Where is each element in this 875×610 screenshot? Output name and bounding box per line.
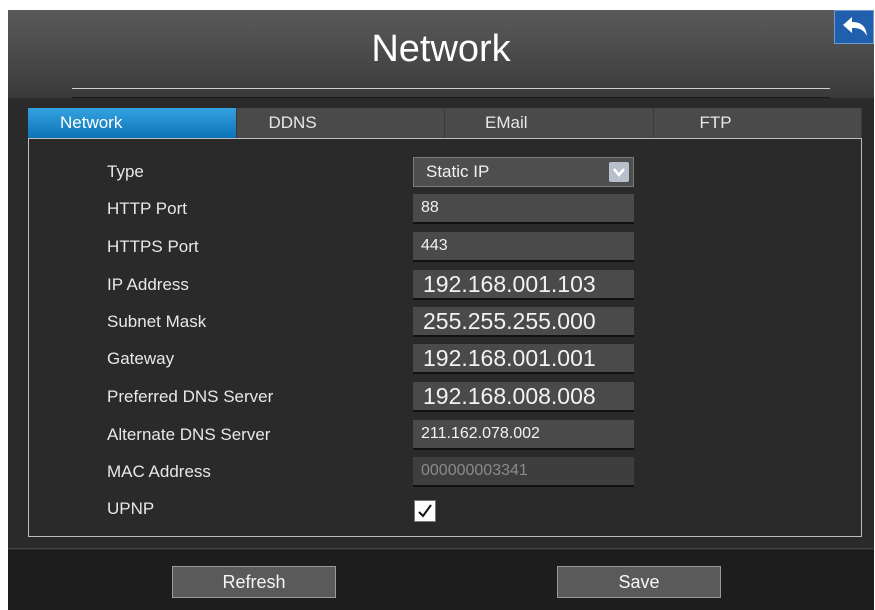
form-row-preferred-dns: Preferred DNS Server 192.168.008.008 (29, 382, 861, 412)
mac-address-field: 000000003341 (413, 457, 634, 487)
settings-window: Network Network DDNS EMail FTP Type Stat… (8, 10, 874, 610)
tab-ddns[interactable]: DDNS (236, 108, 445, 138)
tab-label: DDNS (268, 113, 317, 132)
header-bar: Network (8, 10, 874, 98)
form-row-upnp: UPNP (29, 494, 861, 524)
back-arrow-icon (843, 17, 867, 36)
chevron-down-icon (613, 168, 625, 177)
https-port-label: HTTPS Port (107, 237, 199, 256)
tab-label: Network (60, 113, 123, 132)
ip-address-input[interactable]: 192.168.001.103 (413, 270, 634, 300)
form-row-http-port: HTTP Port 88 (29, 194, 861, 224)
type-label: Type (107, 162, 144, 181)
form-row-mac-address: MAC Address 000000003341 (29, 457, 861, 487)
type-value: Static IP (426, 162, 490, 181)
ip-address-label: IP Address (107, 275, 189, 294)
http-port-label: HTTP Port (107, 199, 187, 218)
refresh-button[interactable]: Refresh (172, 566, 336, 598)
upnp-checkbox[interactable] (414, 500, 436, 522)
form-row-gateway: Gateway 192.168.001.001 (29, 344, 861, 374)
tab-network[interactable]: Network (28, 108, 237, 138)
form-row-subnet-mask: Subnet Mask 255.255.255.000 (29, 307, 861, 337)
alternate-dns-label: Alternate DNS Server (107, 425, 271, 444)
gateway-label: Gateway (107, 349, 175, 368)
back-button[interactable] (834, 10, 874, 44)
footer-bar: Refresh Save (8, 550, 874, 610)
https-port-input[interactable]: 443 (413, 232, 634, 262)
form-row-ip-address: IP Address 192.168.001.103 (29, 270, 861, 300)
footer-divider (8, 548, 874, 549)
form-row-alternate-dns: Alternate DNS Server 211.162.078.002 (29, 420, 861, 450)
form-row-https-port: HTTPS Port 443 (29, 232, 861, 262)
tab-label: EMail (485, 113, 528, 132)
alternate-dns-input[interactable]: 211.162.078.002 (413, 420, 634, 450)
save-button[interactable]: Save (557, 566, 721, 598)
page-title: Network (371, 28, 511, 70)
form-row-type: Type Static IP (29, 157, 861, 187)
mac-address-label: MAC Address (107, 462, 211, 481)
preferred-dns-label: Preferred DNS Server (107, 387, 274, 406)
header-divider (72, 88, 830, 89)
header-divider-shadow (72, 97, 830, 98)
preferred-dns-input[interactable]: 192.168.008.008 (413, 382, 634, 412)
tab-label: FTP (699, 113, 732, 132)
subnet-mask-label: Subnet Mask (107, 312, 207, 331)
network-form: Type Static IP HTTP Port 88 HTTPS Port 4… (28, 138, 862, 537)
type-select[interactable]: Static IP (413, 157, 634, 187)
dropdown-button[interactable] (609, 162, 629, 182)
subnet-mask-input[interactable]: 255.255.255.000 (413, 307, 634, 337)
http-port-input[interactable]: 88 (413, 194, 634, 224)
tab-email[interactable]: EMail (445, 108, 654, 138)
check-icon (418, 504, 432, 518)
tab-ftp[interactable]: FTP (653, 108, 862, 138)
tab-bar: Network DDNS EMail FTP (28, 108, 862, 138)
upnp-label: UPNP (107, 499, 155, 518)
gateway-input[interactable]: 192.168.001.001 (413, 344, 634, 374)
